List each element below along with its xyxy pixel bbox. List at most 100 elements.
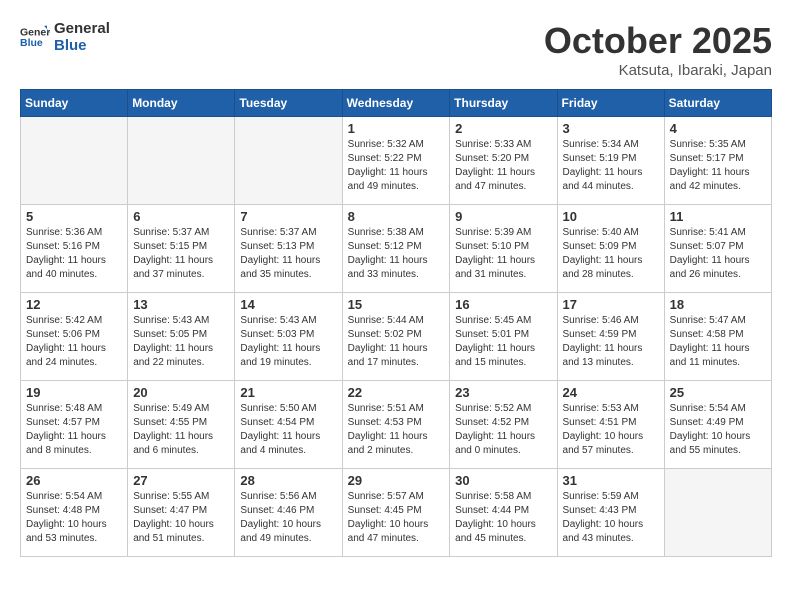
calendar-cell: 22Sunrise: 5:51 AMSunset: 4:53 PMDayligh… [342, 381, 450, 469]
calendar-cell: 2 Sunrise: 5:33 AMSunset: 5:20 PMDaylight… [450, 117, 557, 205]
weekday-header-tuesday: Tuesday [235, 90, 342, 117]
calendar-cell: 6Sunrise: 5:37 AMSunset: 5:15 PMDaylight… [128, 205, 235, 293]
day-info: Sunrise: 5:57 AMSunset: 4:45 PMDaylight:… [348, 490, 445, 546]
calendar-cell: 10 Sunrise: 5:40 AMSunset: 5:09 PMDayligh… [557, 205, 664, 293]
day-info: Sunrise: 5:45 AMSunset: 5:01 PMDaylight:… [455, 314, 551, 370]
day-number: 14 [240, 297, 336, 312]
calendar-cell: 30Sunrise: 5:58 AMSunset: 4:44 PMDayligh… [450, 469, 557, 557]
day-info: Sunrise: 5:58 AMSunset: 4:44 PMDaylight:… [455, 490, 551, 546]
day-info: Sunrise: 5:36 AMSunset: 5:16 PMDaylight:… [26, 226, 122, 282]
day-info: Sunrise: 5:54 AMSunset: 4:49 PMDaylight:… [670, 402, 766, 458]
day-info: Sunrise: 5:39 AMSunset: 5:10 PMDaylight:… [455, 226, 551, 282]
day-number: 20 [133, 385, 229, 400]
day-number: 13 [133, 297, 229, 312]
calendar-cell: 23 Sunrise: 5:52 AMSunset: 4:52 PMDayligh… [450, 381, 557, 469]
calendar-cell [235, 117, 342, 205]
day-number: 28 [240, 473, 336, 488]
calendar-cell: 14 Sunrise: 5:43 AMSunset: 5:03 PMDayligh… [235, 293, 342, 381]
weekday-header-row: SundayMondayTuesdayWednesdayThursdayFrid… [21, 90, 772, 117]
calendar-cell [21, 117, 128, 205]
day-info: Sunrise: 5:40 AMSunset: 5:09 PMDaylight:… [563, 226, 659, 282]
calendar-cell: 18 Sunrise: 5:47 AMSunset: 4:58 PMDayligh… [664, 293, 771, 381]
day-number: 27 [133, 473, 229, 488]
title-block: October 2025 Katsuta, Ibaraki, Japan [544, 20, 772, 79]
day-number: 19 [26, 385, 122, 400]
day-info: Sunrise: 5:37 AMSunset: 5:13 PMDaylight:… [240, 226, 336, 282]
day-info: Sunrise: 5:50 AMSunset: 4:54 PMDaylight:… [240, 402, 336, 458]
svg-text:Blue: Blue [20, 37, 43, 49]
day-number: 18 [670, 297, 766, 312]
day-number: 25 [670, 385, 766, 400]
week-row-1: 1 Sunrise: 5:32 AMSunset: 5:22 PMDaylight… [21, 117, 772, 205]
day-number: 23 [455, 385, 551, 400]
day-number: 10 [563, 209, 659, 224]
logo-icon: General Blue [20, 22, 50, 52]
day-info: Sunrise: 5:52 AMSunset: 4:52 PMDaylight:… [455, 402, 551, 458]
day-number: 29 [348, 473, 445, 488]
calendar-cell: 9Sunrise: 5:39 AMSunset: 5:10 PMDaylight… [450, 205, 557, 293]
day-number: 2 [455, 121, 551, 136]
calendar-cell: 16 Sunrise: 5:45 AMSunset: 5:01 PMDayligh… [450, 293, 557, 381]
day-info: Sunrise: 5:55 AMSunset: 4:47 PMDaylight:… [133, 490, 229, 546]
calendar-cell: 1 Sunrise: 5:32 AMSunset: 5:22 PMDaylight… [342, 117, 450, 205]
day-info: Sunrise: 5:44 AMSunset: 5:02 PMDaylight:… [348, 314, 445, 370]
weekday-header-friday: Friday [557, 90, 664, 117]
weekday-header-sunday: Sunday [21, 90, 128, 117]
day-info: Sunrise: 5:38 AMSunset: 5:12 PMDaylight:… [348, 226, 445, 282]
calendar-cell: 7 Sunrise: 5:37 AMSunset: 5:13 PMDaylight… [235, 205, 342, 293]
weekday-header-monday: Monday [128, 90, 235, 117]
day-info: Sunrise: 5:34 AMSunset: 5:19 PMDaylight:… [563, 138, 659, 194]
day-number: 16 [455, 297, 551, 312]
calendar-cell: 31 Sunrise: 5:59 AMSunset: 4:43 PMDayligh… [557, 469, 664, 557]
page-header: General Blue General Blue October 2025 K… [20, 20, 772, 79]
day-number: 11 [670, 209, 766, 224]
calendar-cell: 21 Sunrise: 5:50 AMSunset: 4:54 PMDayligh… [235, 381, 342, 469]
day-number: 1 [348, 121, 445, 136]
calendar-cell: 27 Sunrise: 5:55 AMSunset: 4:47 PMDayligh… [128, 469, 235, 557]
week-row-4: 19 Sunrise: 5:48 AMSunset: 4:57 PMDayligh… [21, 381, 772, 469]
calendar-cell: 13 Sunrise: 5:43 AMSunset: 5:05 PMDayligh… [128, 293, 235, 381]
calendar-cell: 19 Sunrise: 5:48 AMSunset: 4:57 PMDayligh… [21, 381, 128, 469]
location: Katsuta, Ibaraki, Japan [544, 62, 772, 79]
logo: General Blue General Blue [20, 20, 110, 54]
calendar-cell: 11 Sunrise: 5:41 AMSunset: 5:07 PMDayligh… [664, 205, 771, 293]
calendar-cell: 8 Sunrise: 5:38 AMSunset: 5:12 PMDaylight… [342, 205, 450, 293]
calendar: SundayMondayTuesdayWednesdayThursdayFrid… [20, 89, 772, 557]
calendar-cell: 3 Sunrise: 5:34 AMSunset: 5:19 PMDaylight… [557, 117, 664, 205]
day-number: 26 [26, 473, 122, 488]
day-info: Sunrise: 5:33 AMSunset: 5:20 PMDaylight:… [455, 138, 551, 194]
day-number: 31 [563, 473, 659, 488]
day-info: Sunrise: 5:42 AMSunset: 5:06 PMDaylight:… [26, 314, 122, 370]
day-number: 8 [348, 209, 445, 224]
day-number: 7 [240, 209, 336, 224]
calendar-cell: 26Sunrise: 5:54 AMSunset: 4:48 PMDayligh… [21, 469, 128, 557]
day-info: Sunrise: 5:43 AMSunset: 5:03 PMDaylight:… [240, 314, 336, 370]
day-info: Sunrise: 5:37 AMSunset: 5:15 PMDaylight:… [133, 226, 229, 282]
day-info: Sunrise: 5:32 AMSunset: 5:22 PMDaylight:… [348, 138, 445, 194]
day-info: Sunrise: 5:48 AMSunset: 4:57 PMDaylight:… [26, 402, 122, 458]
day-number: 3 [563, 121, 659, 136]
day-number: 4 [670, 121, 766, 136]
calendar-cell: 28Sunrise: 5:56 AMSunset: 4:46 PMDayligh… [235, 469, 342, 557]
day-info: Sunrise: 5:41 AMSunset: 5:07 PMDaylight:… [670, 226, 766, 282]
day-info: Sunrise: 5:53 AMSunset: 4:51 PMDaylight:… [563, 402, 659, 458]
calendar-cell: 15 Sunrise: 5:44 AMSunset: 5:02 PMDayligh… [342, 293, 450, 381]
day-number: 21 [240, 385, 336, 400]
calendar-cell [128, 117, 235, 205]
day-info: Sunrise: 5:47 AMSunset: 4:58 PMDaylight:… [670, 314, 766, 370]
logo-blue-text: Blue [54, 37, 110, 54]
day-info: Sunrise: 5:46 AMSunset: 4:59 PMDaylight:… [563, 314, 659, 370]
day-info: Sunrise: 5:49 AMSunset: 4:55 PMDaylight:… [133, 402, 229, 458]
day-number: 12 [26, 297, 122, 312]
day-info: Sunrise: 5:43 AMSunset: 5:05 PMDaylight:… [133, 314, 229, 370]
week-row-5: 26Sunrise: 5:54 AMSunset: 4:48 PMDayligh… [21, 469, 772, 557]
calendar-cell: 20 Sunrise: 5:49 AMSunset: 4:55 PMDayligh… [128, 381, 235, 469]
day-number: 15 [348, 297, 445, 312]
day-info: Sunrise: 5:59 AMSunset: 4:43 PMDaylight:… [563, 490, 659, 546]
calendar-cell [664, 469, 771, 557]
day-info: Sunrise: 5:35 AMSunset: 5:17 PMDaylight:… [670, 138, 766, 194]
calendar-cell: 12 Sunrise: 5:42 AMSunset: 5:06 PMDayligh… [21, 293, 128, 381]
logo-general-text: General [54, 20, 110, 37]
weekday-header-wednesday: Wednesday [342, 90, 450, 117]
calendar-cell: 17Sunrise: 5:46 AMSunset: 4:59 PMDayligh… [557, 293, 664, 381]
